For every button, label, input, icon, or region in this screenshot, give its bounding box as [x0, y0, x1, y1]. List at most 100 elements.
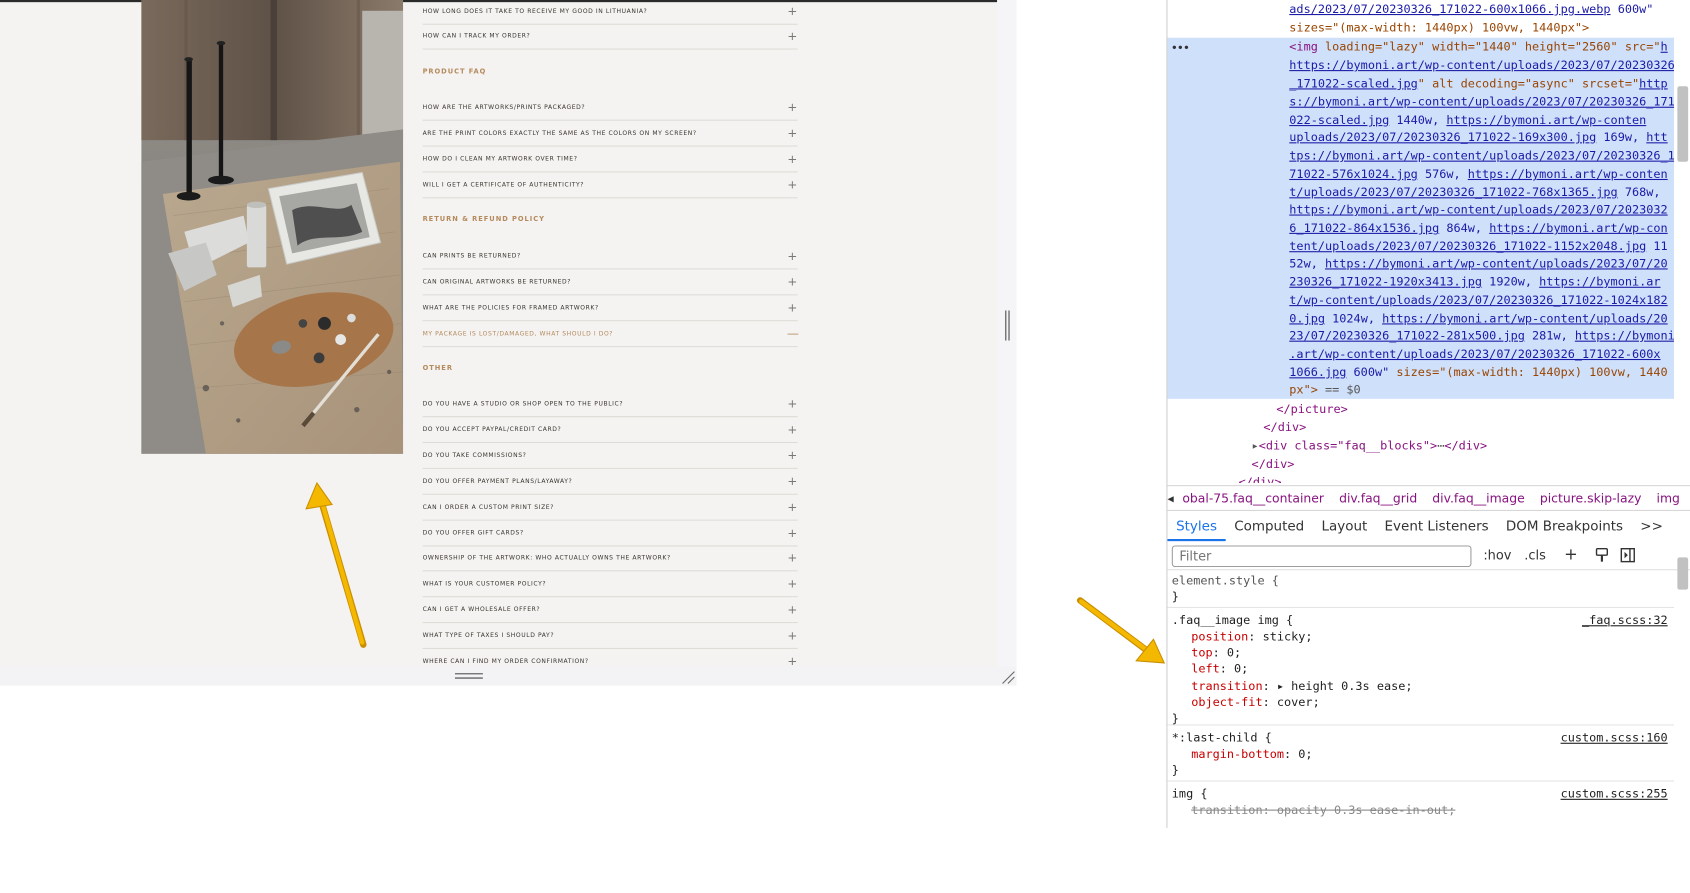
faq-question[interactable]: DO YOU ACCEPT PAYPAL/CREDIT CARD? +	[422, 418, 798, 444]
tree-text[interactable]: tent/uploads/2023/07/20230326_171022-115…	[1289, 239, 1646, 253]
plus-icon[interactable]: +	[787, 527, 798, 539]
plus-icon[interactable]: +	[787, 630, 798, 642]
tree-text[interactable]: </div>	[1239, 474, 1282, 483]
plus-icon[interactable]: +	[787, 501, 798, 513]
faq-question-expanded[interactable]: MY PACKAGE IS LOST/DAMAGED, WHAT SHOULD …	[422, 322, 799, 348]
tree-text[interactable]: https://bymoni.art/wp-content/uploads/20…	[1289, 58, 1674, 72]
tree-text[interactable]: t/wp-content/uploads/2023/07/20230326_17…	[1289, 293, 1667, 307]
tree-text[interactable]: t/uploads/2023/07/20230326_171022-768x13…	[1289, 185, 1617, 199]
prop-value[interactable]: sticky;	[1263, 630, 1313, 644]
faq-question[interactable]: HOW DO I CLEAN MY ARTWORK OVER TIME? +	[422, 148, 798, 173]
plus-icon[interactable]: +	[787, 552, 798, 564]
prop-value[interactable]: 0;	[1234, 662, 1248, 676]
elements-scroll-thumb[interactable]	[1677, 86, 1689, 162]
prop-name[interactable]: transition	[1191, 803, 1262, 817]
tree-text[interactable]: </div>	[1252, 456, 1295, 474]
faq-question[interactable]: WHAT TYPE OF TAXES I SHOULD PAY? +	[422, 624, 798, 649]
corner-resize-icon[interactable]	[1000, 669, 1015, 684]
faq-question[interactable]: DO YOU OFFER GIFT CARDS? +	[422, 522, 798, 547]
rule-source-link[interactable]: custom.scss:255	[1561, 786, 1668, 803]
plus-icon[interactable]: +	[787, 179, 798, 191]
faq-question[interactable]: HOW ARE THE ARTWORKS/PRINTS PACKAGED? +	[422, 96, 798, 121]
styles-scrollbar[interactable]	[1674, 542, 1690, 828]
tree-text[interactable]: 23/07/20230326_171022-281x500.jpg	[1289, 329, 1525, 343]
expand-arrow-icon[interactable]: ▸	[1277, 679, 1291, 693]
breadcrumb-item[interactable]: obal-75.faq__container	[1182, 490, 1324, 505]
plus-icon[interactable]: +	[787, 450, 798, 462]
tree-text[interactable]: 230326_171022-1920x3413.jpg	[1289, 275, 1482, 289]
tree-text[interactable]: htt	[1646, 130, 1667, 144]
rule-selector[interactable]: *:last-child {	[1172, 730, 1272, 747]
tree-text[interactable]: .art/wp-content/uploads/2023/07/20230326…	[1289, 347, 1660, 361]
elements-scrollbar[interactable]	[1674, 0, 1690, 483]
tab-layout[interactable]: Layout	[1313, 513, 1376, 541]
styles-scroll-thumb[interactable]	[1677, 557, 1689, 590]
faq-question[interactable]: DO YOU TAKE COMMISSIONS? +	[422, 444, 798, 469]
tree-text[interactable]: https://bymoni.art/wp-conten	[1468, 167, 1668, 181]
tree-text[interactable]: https://bymoni.art/wp-content/uploads/20	[1382, 312, 1668, 326]
faq-question[interactable]: WHAT IS YOUR CUSTOMER POLICY? +	[422, 572, 798, 598]
tree-text[interactable]: </div>	[1444, 439, 1487, 453]
add-rule-icon[interactable]: +	[1564, 544, 1578, 563]
tab-overflow[interactable]: >>	[1632, 513, 1672, 541]
tree-text[interactable]: https://bymoni.art/wp-con	[1489, 221, 1667, 235]
prop-value[interactable]: 0;	[1298, 747, 1312, 761]
tree-text[interactable]: _171022-scaled.jpg	[1289, 77, 1418, 91]
sidebar-toggle-icon[interactable]	[1620, 548, 1635, 563]
tree-text[interactable]: 0.jpg	[1289, 312, 1325, 326]
rule-source-link[interactable]: custom.scss:160	[1561, 730, 1668, 747]
breadcrumb-item[interactable]: div.faq__image	[1432, 490, 1524, 505]
plus-icon[interactable]: +	[787, 30, 798, 42]
prop-value[interactable]: cover;	[1277, 695, 1320, 709]
tree-text[interactable]: https://bymoni.art/wp-content/uploads/20…	[1289, 203, 1667, 217]
prop-name[interactable]: left	[1191, 662, 1220, 676]
plus-icon[interactable]: +	[787, 101, 798, 113]
hover-state-toggle[interactable]: :hov	[1483, 548, 1511, 563]
faq-question[interactable]: CAN PRINTS BE RETURNED? +	[422, 245, 798, 270]
prop-name[interactable]: object-fit	[1191, 695, 1262, 709]
breadcrumb-item[interactable]: img	[1657, 490, 1680, 505]
tab-computed[interactable]: Computed	[1226, 513, 1313, 541]
tree-text[interactable]: http	[1639, 77, 1668, 91]
rule-selector[interactable]: img {	[1172, 786, 1208, 803]
drag-grip-icon[interactable]	[454, 672, 483, 681]
tree-text[interactable]: tps://bymoni.art/wp-content/uploads/2023…	[1289, 149, 1674, 163]
plus-icon[interactable]: +	[787, 475, 798, 487]
minus-icon[interactable]: —	[787, 328, 799, 340]
plus-icon[interactable]: +	[787, 250, 798, 262]
prop-name[interactable]: position	[1191, 630, 1248, 644]
plus-icon[interactable]: +	[787, 398, 798, 410]
tree-text[interactable]: uploads/2023/07/20230326_171022-169x300.…	[1289, 130, 1596, 144]
elements-tree[interactable]: ••• ads/2023/07/20230326_171022-600x1066…	[1167, 0, 1675, 483]
faq-question[interactable]: OWNERSHIP OF THE ARTWORK: WHO ACTUALLY O…	[422, 547, 798, 572]
faq-question-lithuania[interactable]: HOW LONG DOES IT TAKE TO RECEIVE MY GOOD…	[422, 0, 798, 25]
faq-question[interactable]: CAN I ORDER A CUSTOM PRINT SIZE? +	[422, 496, 798, 521]
faq-question[interactable]: ARE THE PRINT COLORS EXACTLY THE SAME AS…	[422, 122, 798, 147]
tree-text[interactable]: s://bymoni.art/wp-content/uploads/2023/0…	[1289, 95, 1674, 109]
tree-text[interactable]: ads/2023/07/20230326_171022-600x1066.jpg…	[1289, 2, 1610, 16]
prop-name[interactable]: transition	[1191, 679, 1262, 693]
class-toggle[interactable]: .cls	[1524, 548, 1546, 563]
rule-source-link[interactable]: _faq.scss:32	[1582, 612, 1668, 629]
resize-handle-icon[interactable]	[1004, 310, 1012, 341]
more-actions-icon[interactable]: •••	[1171, 40, 1190, 58]
tab-dom-breakpoints[interactable]: DOM Breakpoints	[1497, 513, 1631, 541]
tab-event-listeners[interactable]: Event Listeners	[1376, 513, 1497, 541]
prop-value[interactable]: opacity 0.3s ease-in-out;	[1277, 803, 1455, 817]
rule-selector[interactable]: .faq__image img {	[1172, 612, 1293, 629]
rule-selector[interactable]: element.style {	[1172, 572, 1279, 589]
breadcrumb-item[interactable]: picture.skip-lazy	[1540, 490, 1642, 505]
plus-icon[interactable]: +	[787, 276, 798, 288]
plus-icon[interactable]: +	[787, 302, 798, 314]
breadcrumb-left-icon[interactable]: ◂	[1167, 490, 1173, 505]
paint-brush-icon[interactable]	[1594, 548, 1609, 563]
plus-icon[interactable]: +	[787, 153, 798, 165]
plus-icon[interactable]: +	[787, 5, 798, 17]
styles-pane[interactable]: element.style { } .faq__image img { _faq…	[1167, 571, 1675, 828]
tree-text[interactable]: 1066.jpg	[1289, 365, 1346, 379]
plus-icon[interactable]: +	[787, 424, 798, 436]
tree-text[interactable]: 71022-576x1024.jpg	[1289, 167, 1418, 181]
tree-text[interactable]: </picture>	[1276, 401, 1347, 419]
tree-text[interactable]: https://bymoni.art/wp-content/uploads/20…	[1325, 257, 1668, 271]
plus-icon[interactable]: +	[787, 604, 798, 616]
